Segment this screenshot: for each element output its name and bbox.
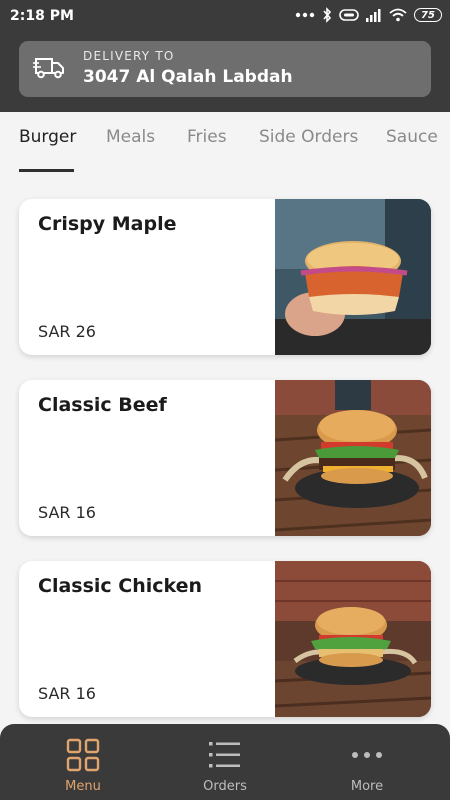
nav-more[interactable]: More	[292, 724, 442, 800]
delivery-address-selector[interactable]: DELIVERY TO 3047 Al Qalah Labdah	[19, 41, 431, 97]
burger-photo	[275, 380, 431, 536]
item-photo	[275, 380, 431, 536]
link-icon	[339, 9, 359, 21]
item-name: Crispy Maple	[38, 213, 177, 235]
status-bar: 2:18 PM 75	[0, 0, 450, 34]
delivery-address: 3047 Al Qalah Labdah	[83, 67, 293, 87]
item-name: Classic Beef	[38, 394, 167, 416]
menu-item-card[interactable]: Crispy Maple SAR 26	[19, 199, 431, 355]
burger-photo	[275, 199, 431, 355]
tab-sauce[interactable]: Sauce	[386, 127, 438, 147]
nav-label: Orders	[203, 779, 247, 794]
grid-icon	[66, 738, 100, 772]
item-price: SAR 16	[38, 684, 96, 703]
tab-fries[interactable]: Fries	[187, 127, 227, 147]
wifi-icon	[389, 8, 407, 22]
status-icons: 75	[295, 7, 442, 23]
category-tabs: Burger Meals Fries Side Orders Sauce	[0, 112, 450, 174]
signal-icon	[366, 9, 381, 22]
delivery-label: DELIVERY TO	[83, 49, 175, 63]
status-time: 2:18 PM	[10, 8, 74, 24]
more-icon	[352, 752, 382, 758]
nav-menu[interactable]: Menu	[8, 724, 158, 800]
battery-icon: 75	[414, 8, 442, 22]
menu-item-card[interactable]: Classic Beef SAR 16	[19, 380, 431, 536]
bottom-navigation: Menu Orders More	[0, 724, 450, 800]
list-icon	[209, 742, 240, 768]
delivery-truck-icon	[33, 58, 64, 79]
bluetooth-icon	[323, 7, 332, 23]
nav-label: Menu	[65, 779, 101, 794]
header: DELIVERY TO 3047 Al Qalah Labdah	[0, 34, 450, 112]
item-photo	[275, 199, 431, 355]
item-price: SAR 16	[38, 503, 96, 522]
item-price: SAR 26	[38, 322, 96, 341]
battery-level: 75	[414, 8, 442, 22]
burger-photo	[275, 561, 431, 717]
tab-burger[interactable]: Burger	[19, 127, 76, 147]
nav-orders[interactable]: Orders	[150, 724, 300, 800]
nav-label: More	[350, 779, 384, 794]
item-photo	[275, 561, 431, 717]
active-tab-indicator	[19, 169, 74, 172]
notification-dots-icon	[295, 12, 315, 18]
item-name: Classic Chicken	[38, 575, 203, 597]
tab-side-orders[interactable]: Side Orders	[259, 127, 358, 147]
menu-item-card[interactable]: Classic Chicken SAR 16	[19, 561, 431, 717]
tab-meals[interactable]: Meals	[106, 127, 155, 147]
